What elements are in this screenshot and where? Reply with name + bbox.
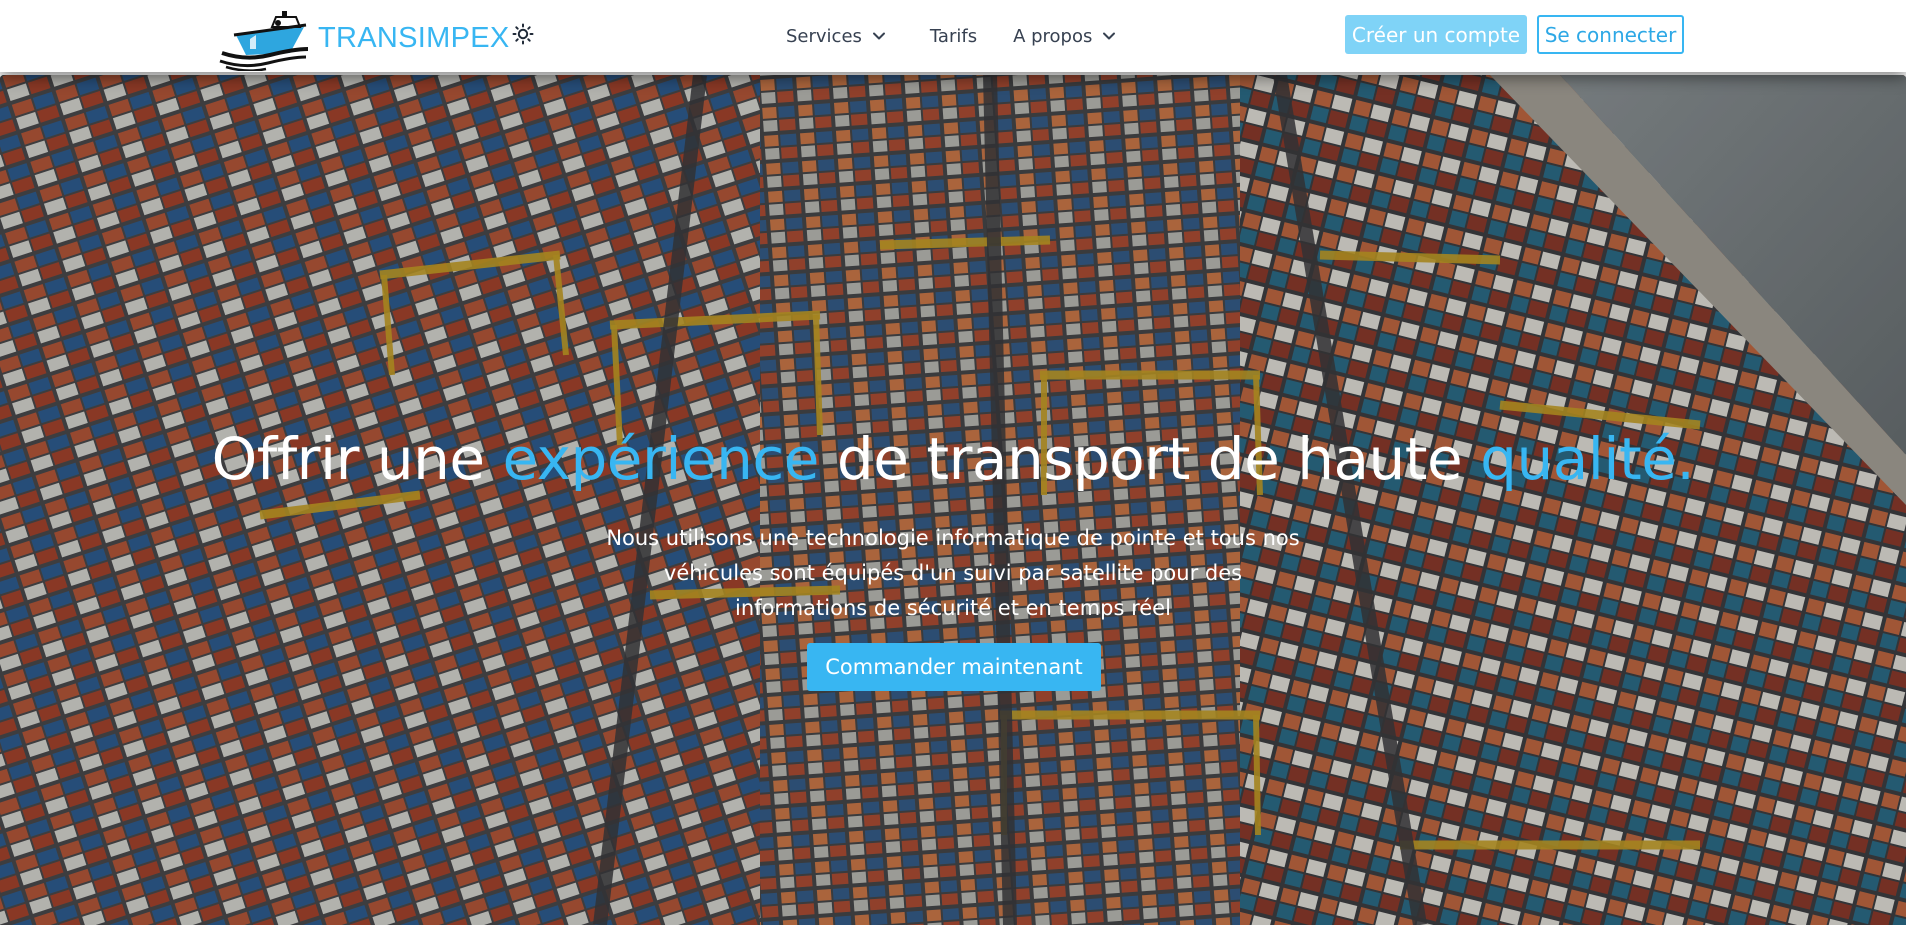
chevron-down-icon (872, 32, 885, 40)
nav-tarifs-label: Tarifs (929, 25, 978, 47)
order-now-button[interactable]: Commander maintenant (807, 643, 1101, 691)
create-account-button[interactable]: Créer un compte (1345, 15, 1527, 54)
nav-services-label: Services (786, 25, 862, 47)
navbar: TRANSIMPEX Services Tarifs A propos Crée… (0, 0, 1906, 72)
brand-name: TRANSIMPEX (318, 21, 510, 54)
sun-icon (512, 23, 534, 45)
nav-services[interactable]: Services (786, 26, 886, 47)
headline-part-1: Offrir une (211, 425, 503, 493)
theme-toggle-button[interactable] (510, 21, 536, 47)
chevron-down-icon (1103, 32, 1116, 40)
hero-content: Offrir une expérience de transport de ha… (0, 75, 1906, 925)
nav-tarifs[interactable]: Tarifs (930, 26, 977, 47)
login-button[interactable]: Se connecter (1537, 15, 1684, 54)
headline-accent-1: expérience (502, 425, 820, 493)
nav-a-propos[interactable]: A propos (1013, 26, 1116, 47)
hero-subtitle: Nous utilisons une technologie informati… (606, 526, 1300, 620)
cargo-ship-logo (219, 11, 309, 71)
hero-headline: Offrir une expérience de transport de ha… (0, 425, 1906, 493)
hero-section: Offrir une expérience de transport de ha… (0, 75, 1906, 925)
headline-accent-2: qualité. (1480, 425, 1695, 493)
brand-link[interactable]: TRANSIMPEX (216, 6, 510, 71)
headline-part-2: de transport de haute (818, 425, 1481, 493)
main-nav: Services Tarifs A propos (786, 0, 1116, 72)
nav-a-propos-label: A propos (1013, 25, 1093, 47)
